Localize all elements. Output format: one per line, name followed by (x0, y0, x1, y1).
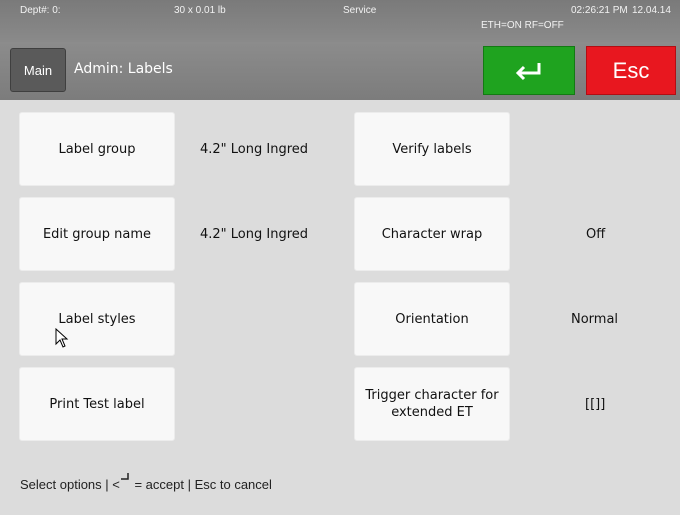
edit-group-name-value: 4.2" Long Ingred (200, 226, 309, 242)
label-styles-button[interactable]: Label styles (19, 282, 175, 356)
page-title: Admin: Labels (74, 61, 173, 77)
print-test-label-button[interactable]: Print Test label (19, 367, 175, 441)
orientation-button[interactable]: Orientation (354, 282, 510, 356)
weight-readout: 30 x 0.01 lb (174, 5, 226, 16)
accept-button[interactable] (483, 46, 575, 95)
character-wrap-button[interactable]: Character wrap (354, 197, 510, 271)
enter-icon (515, 62, 541, 80)
esc-button[interactable]: Esc (586, 46, 676, 95)
label-group-value: 4.2" Long Ingred (200, 141, 309, 157)
character-wrap-value: Off (586, 226, 606, 242)
clock-time: 02:26:21 PM (571, 5, 628, 16)
department-indicator: Dept#: 0: (20, 5, 61, 16)
main-button[interactable]: Main (10, 48, 66, 92)
edit-group-name-button[interactable]: Edit group name (19, 197, 175, 271)
enter-icon-small (120, 473, 129, 480)
orientation-value: Normal (571, 311, 619, 327)
mode-indicator: Service (343, 5, 377, 16)
verify-labels-button[interactable]: Verify labels (354, 112, 510, 186)
mouse-cursor-icon (55, 328, 69, 348)
network-status: ETH=ON RF=OFF (481, 20, 564, 31)
trigger-character-value: [[]] (585, 396, 606, 412)
clock-date: 12.04.14 (632, 5, 671, 16)
footer-hint: Select options | < = accept | Esc to can… (20, 473, 272, 492)
status-bar: Dept#: 0: 30 x 0.01 lb Service ETH=ON RF… (0, 0, 680, 42)
label-group-button[interactable]: Label group (19, 112, 175, 186)
header-bar: Main Admin: Labels Esc (0, 42, 680, 100)
footer-hint-prefix: Select options | < (20, 477, 120, 492)
footer-hint-suffix: = accept | Esc to cancel (130, 477, 272, 492)
trigger-character-button[interactable]: Trigger character for extended ET (354, 367, 510, 441)
